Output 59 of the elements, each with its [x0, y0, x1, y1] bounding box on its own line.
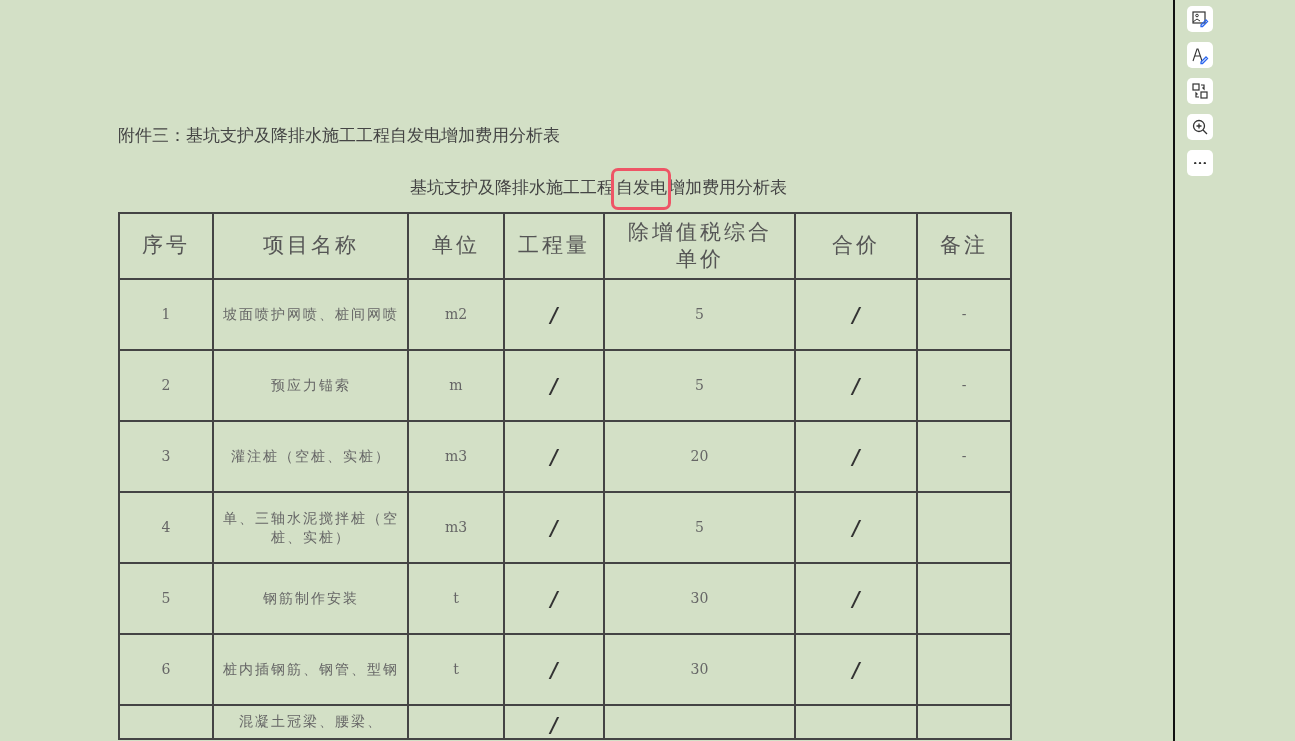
table-cell: /	[504, 634, 604, 705]
table-cell: -	[917, 279, 1011, 350]
column-header: 项目名称	[213, 213, 408, 279]
image-edit-button[interactable]	[1187, 6, 1213, 32]
table-cell: /	[795, 421, 917, 492]
table-cell: 灌注桩（空桩、实桩）	[213, 421, 408, 492]
table-cell: /	[795, 634, 917, 705]
table-cell: 5	[604, 279, 795, 350]
table-cell: t	[408, 563, 504, 634]
zoom-in-button[interactable]	[1187, 114, 1213, 140]
table-cell: 5	[604, 492, 795, 563]
convert-button[interactable]	[1187, 78, 1213, 104]
column-header: 合价	[795, 213, 917, 279]
table-cell: 30	[604, 563, 795, 634]
highlighted-text: 自发电	[614, 170, 668, 207]
table-cell: /	[504, 279, 604, 350]
table-cell: m3	[408, 421, 504, 492]
convert-icon	[1190, 81, 1210, 101]
table-cell: -	[917, 421, 1011, 492]
table-cell: /	[795, 492, 917, 563]
table-cell: -	[917, 350, 1011, 421]
table-cell: 3	[119, 421, 213, 492]
table-cell: /	[795, 279, 917, 350]
table-cell: /	[504, 563, 604, 634]
table-cell: /	[504, 350, 604, 421]
image-edit-icon	[1190, 9, 1210, 29]
table-cell: 4	[119, 492, 213, 563]
table-cell: /	[795, 563, 917, 634]
zoom-in-icon	[1190, 117, 1210, 137]
table-cell: 30	[604, 634, 795, 705]
column-header: 序号	[119, 213, 213, 279]
table-cell: 坡面喷护网喷、桩间网喷	[213, 279, 408, 350]
table-cell: t	[408, 634, 504, 705]
table-cell: m2	[408, 279, 504, 350]
table-cell: m	[408, 350, 504, 421]
table-cell: 预应力锚索	[213, 350, 408, 421]
table-cell: 1	[119, 279, 213, 350]
table-cell: /	[504, 705, 604, 739]
table-cell: 6	[119, 634, 213, 705]
table-cell: /	[795, 350, 917, 421]
table-cell: 5	[119, 563, 213, 634]
table-cell: /	[504, 492, 604, 563]
column-header: 工程量	[504, 213, 604, 279]
column-header: 备注	[917, 213, 1011, 279]
column-header: 单位	[408, 213, 504, 279]
table-cell: 2	[119, 350, 213, 421]
table-cell: 单、三轴水泥搅拌桩（空桩、实桩）	[213, 492, 408, 563]
table-cell: 20	[604, 421, 795, 492]
text-edit-button[interactable]	[1187, 42, 1213, 68]
table-cell: 混凝土冠梁、腰梁、	[213, 705, 408, 739]
document-heading: 附件三：基坑支护及降排水施工工程自发电增加费用分析表	[118, 124, 561, 147]
table-cell: /	[504, 421, 604, 492]
table-cell: 桩内插钢筋、钢管、型钢	[213, 634, 408, 705]
column-header: 除增值税综合单价	[604, 213, 795, 279]
table-cell: 钢筋制作安装	[213, 563, 408, 634]
table-cell: m3	[408, 492, 504, 563]
more-icon	[1194, 161, 1206, 165]
table-cell: 5	[604, 350, 795, 421]
text-edit-icon	[1190, 45, 1210, 65]
